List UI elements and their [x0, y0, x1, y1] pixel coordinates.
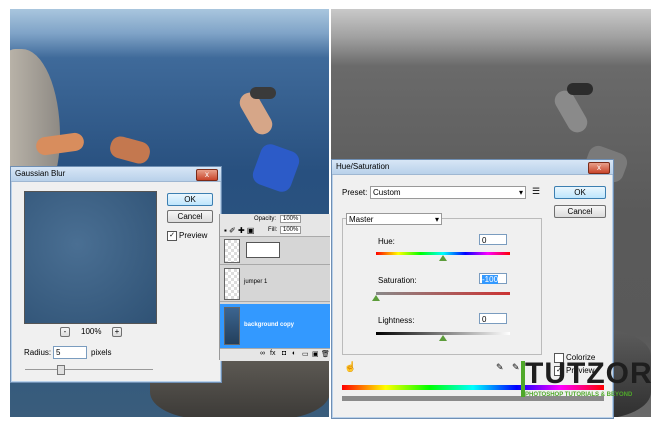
jumper-1 — [107, 134, 153, 166]
radius-unit: pixels — [91, 348, 112, 357]
link-icon[interactable]: ∞ — [260, 350, 265, 357]
new-layer-icon[interactable]: ▣ — [312, 350, 319, 358]
adjustment-icon[interactable]: ◐ — [292, 350, 296, 357]
dialog-title: Hue/Saturation — [336, 162, 390, 171]
layer-name: jumper 1 — [244, 279, 268, 285]
saturation-slider-track[interactable] — [376, 292, 510, 295]
mask-icon[interactable]: ◘ — [282, 350, 286, 357]
trash-icon[interactable]: 🗑 — [321, 350, 330, 358]
hue-slider-thumb[interactable] — [439, 255, 447, 261]
ok-button[interactable]: OK — [554, 186, 606, 199]
eyedropper-plus-icon[interactable]: ✎ — [512, 362, 520, 373]
diver-shirt — [250, 141, 302, 195]
cancel-button[interactable]: Cancel — [554, 205, 606, 218]
saturation-label: Saturation: — [378, 276, 417, 285]
saturation-slider-thumb[interactable] — [372, 295, 380, 301]
cancel-button[interactable]: Cancel — [167, 210, 213, 223]
radius-slider-thumb[interactable] — [57, 365, 65, 375]
layer-thumbnail — [224, 268, 240, 300]
layer-name: background copy — [244, 322, 295, 328]
fill-value[interactable]: 100% — [280, 226, 302, 234]
lock-icon[interactable]: ▪ ✐ ✚ ▣ — [224, 226, 254, 235]
dialog-title: Gaussian Blur — [15, 169, 66, 178]
zoom-in-button[interactable]: + — [112, 327, 122, 337]
hue-label: Hue: — [378, 237, 395, 246]
saturation-value: -100 — [482, 275, 499, 284]
channel-value: Master — [349, 215, 374, 224]
logo-name: TUTZOR — [525, 357, 653, 390]
hue-saturation-titlebar: Hue/Saturation x — [332, 160, 613, 175]
chevron-down-icon: ▾ — [434, 215, 439, 224]
lightness-input[interactable]: 0 — [479, 313, 507, 324]
layers-panel: Opacity: 100% ▪ ✐ ✚ ▣ Fill: 100% jumper … — [219, 214, 330, 361]
preset-select[interactable]: Custom ▾ — [370, 186, 526, 199]
close-button[interactable]: x — [588, 162, 610, 174]
layers-footer: ∞ fx ◘ ◐ ▭ ▣ 🗑 — [220, 348, 330, 361]
preset-label: Preset: — [342, 188, 368, 197]
chevron-down-icon: ▾ — [518, 188, 523, 197]
gaussian-blur-dialog: Gaussian Blur x OK Cancel ✓ Preview - 10… — [10, 166, 222, 383]
fx-icon[interactable]: fx — [270, 350, 275, 357]
zoom-level: 100% — [81, 327, 102, 336]
radius-slider-track[interactable] — [25, 369, 153, 370]
saturation-input[interactable]: -100 — [479, 273, 507, 284]
folder-icon[interactable]: ▭ — [302, 350, 309, 358]
lightness-label: Lightness: — [378, 316, 415, 325]
close-button[interactable]: x — [196, 169, 218, 181]
blur-preview-image[interactable] — [24, 191, 157, 324]
logo-tagline: PHOTOSHOP TUTORIALS & BEYOND — [525, 392, 633, 398]
layer-row-background-copy[interactable]: background copy — [220, 304, 330, 349]
eyedropper-icon[interactable]: ✎ — [496, 362, 504, 373]
radius-input[interactable]: 5 — [53, 346, 87, 359]
layer-row-jumper-1[interactable]: jumper 1 — [220, 265, 330, 302]
fill-label: Fill: — [268, 227, 278, 233]
opacity-value[interactable]: 100% — [280, 215, 302, 223]
layer-mask-thumbnail — [246, 242, 280, 258]
layer-row[interactable] — [220, 236, 330, 265]
lightness-slider-thumb[interactable] — [439, 335, 447, 341]
preset-value: Custom — [373, 188, 401, 197]
layer-thumbnail — [224, 307, 240, 345]
diver-shoe — [250, 87, 276, 99]
hand-tool-icon[interactable]: ☝ — [344, 362, 356, 373]
tutzor-logo: TUTZOR PHOTOSHOP TUTORIALS & BEYOND — [521, 357, 652, 406]
ok-button[interactable]: OK — [167, 193, 213, 206]
zoom-out-button[interactable]: - — [60, 327, 70, 337]
diver-shoe-gray — [567, 83, 593, 95]
radius-label: Radius: — [24, 348, 52, 357]
channel-select[interactable]: Master ▾ — [346, 213, 442, 225]
opacity-label: Opacity: — [254, 216, 277, 222]
preset-options-icon[interactable]: ☰ — [532, 186, 540, 197]
layer-thumbnail — [224, 239, 240, 263]
preview-label: Preview — [179, 231, 208, 240]
hue-input[interactable]: 0 — [479, 234, 507, 245]
gaussian-blur-titlebar: Gaussian Blur x — [11, 167, 221, 182]
preview-checkbox[interactable]: ✓ — [167, 231, 177, 241]
